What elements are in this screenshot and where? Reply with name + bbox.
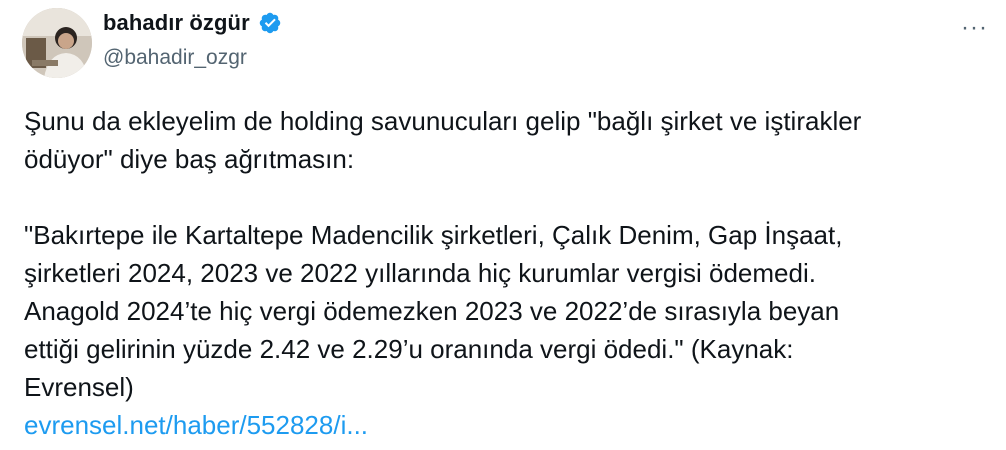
avatar[interactable] <box>22 8 92 78</box>
author-display-name[interactable]: bahadır özgür <box>103 10 250 36</box>
tweet-card: bahadır özgür @bahadir_ozgr ··· Şunu da … <box>0 0 1006 450</box>
profile-photo-icon <box>22 8 92 78</box>
more-horizontal-icon[interactable]: ··· <box>961 14 988 42</box>
tweet-paragraph-1: Şunu da ekleyelim de holding savunucular… <box>24 106 862 174</box>
author-name-row: bahadır özgür <box>103 10 282 36</box>
tweet-link[interactable]: evrensel.net/haber/552828/i... <box>24 406 984 444</box>
verified-badge-icon[interactable] <box>258 11 282 35</box>
author-handle[interactable]: @bahadir_ozgr <box>103 46 247 70</box>
tweet-text: Şunu da ekleyelim de holding savunucular… <box>24 102 984 444</box>
tweet-paragraph-2: "Bakırtepe ile Kartaltepe Madencilik şir… <box>24 220 843 402</box>
